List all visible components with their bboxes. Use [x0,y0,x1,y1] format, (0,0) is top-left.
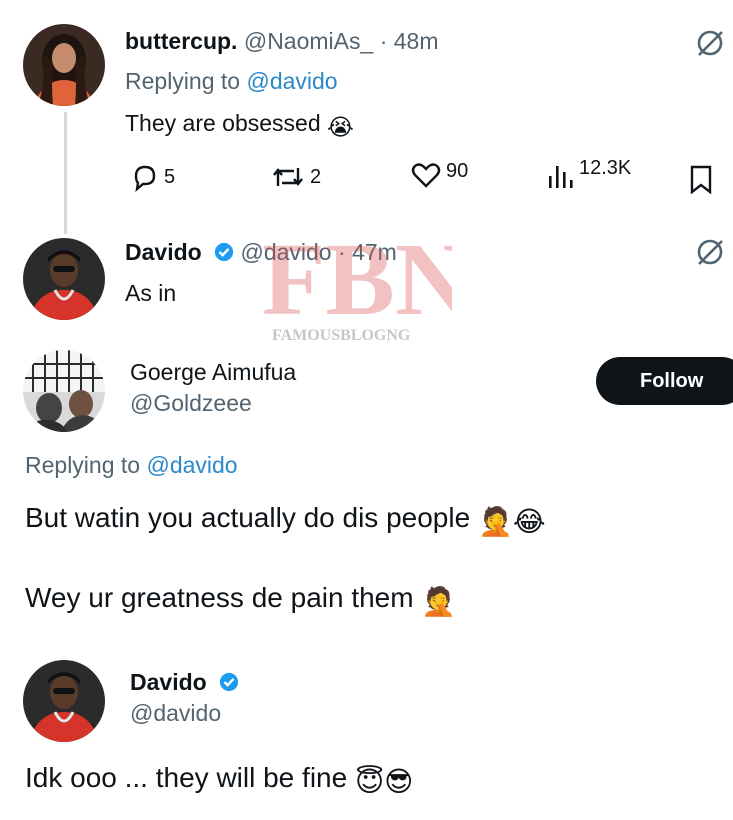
reply1-text: They are obsessed 😭 [125,110,354,141]
like-icon [411,163,441,188]
response-text: Idk ooo ... they will be fine 😇😎 [25,762,413,798]
verified-badge-icon [219,672,239,692]
follow-button[interactable]: Follow [596,357,733,405]
main-tweet-line1: But watin you actually do dis people 🤦😂 [25,502,546,538]
avatar-photo [23,238,105,320]
watermark-logo: FBN FAMOUSBLOGNG [262,214,470,344]
repost-count: 2 [310,165,322,188]
crying-emoji: 😭 [327,114,354,140]
main-display-name[interactable]: Goerge Aimufua [130,359,296,386]
avatar-photo [23,660,105,742]
grok-icon[interactable] [695,237,725,272]
main-handle[interactable]: @Goldzeee [130,390,252,417]
thread-connector-line [64,112,67,234]
watermark-caption: FAMOUSBLOGNG [272,327,411,344]
like-button[interactable]: 90 [410,160,468,190]
views-button[interactable]: 12.3K [545,156,632,192]
reply1-time[interactable]: · 48m [380,28,439,54]
like-count: 90 [446,159,469,182]
reply1-handle[interactable]: @NaomiAs_ [244,28,373,54]
replying-handle-link[interactable]: @davido [146,452,237,478]
grok-icon[interactable] [695,28,725,63]
response-text-body: Idk ooo ... they will be fine [25,762,348,793]
repost-icon [273,168,303,186]
repost-button[interactable]: 2 [270,162,321,192]
verified-badge-icon [214,242,234,262]
reply-count: 5 [164,165,176,188]
bookmark-icon [690,165,712,195]
reply1-replying-to: Replying to @davido [125,68,338,95]
reply2-display-name[interactable]: Davido [125,239,202,265]
replying-handle-link[interactable]: @davido [246,68,337,94]
avatar-buttercup[interactable] [23,24,105,106]
main-line1-text: But watin you actually do dis people [25,502,471,533]
response-header: Davido [130,669,239,696]
main-tweet-line2: Wey ur greatness de pain them 🤦 [25,582,456,618]
avatar-photo [23,24,105,106]
avatar-davido[interactable] [23,238,105,320]
reply1-display-name[interactable]: buttercup. [125,28,237,54]
reply-icon [134,165,156,192]
response-handle[interactable]: @davido [130,700,221,727]
reply2-header: Davido @davido · 47m [125,239,397,266]
replying-prefix: Replying to [25,452,141,478]
avatar-goldzeee[interactable] [23,350,105,432]
reply-button[interactable]: 5 [130,162,175,192]
response-display-name[interactable]: Davido [130,669,207,695]
views-icon [549,166,573,188]
reply1-header: buttercup. @NaomiAs_ · 48m [125,28,438,55]
replying-prefix: Replying to [125,68,241,94]
reply2-handle[interactable]: @davido [240,239,331,265]
avatar-davido-response[interactable] [23,660,105,742]
facepalm-laugh-emoji: 🤦😂 [477,506,546,537]
avatar-photo [23,350,105,432]
views-count: 12.3K [579,156,632,179]
reply2-text: As in [125,280,177,306]
reply1-text-body: They are obsessed [125,110,321,136]
reply2-time[interactable]: · 47m [338,239,397,265]
facepalm-emoji: 🤦 [421,586,457,617]
halo-sunglasses-emoji: 😇😎 [354,766,414,797]
main-line2-text: Wey ur greatness de pain them [25,582,414,613]
bookmark-button[interactable] [688,164,714,199]
main-replying-to: Replying to @davido [25,452,238,479]
